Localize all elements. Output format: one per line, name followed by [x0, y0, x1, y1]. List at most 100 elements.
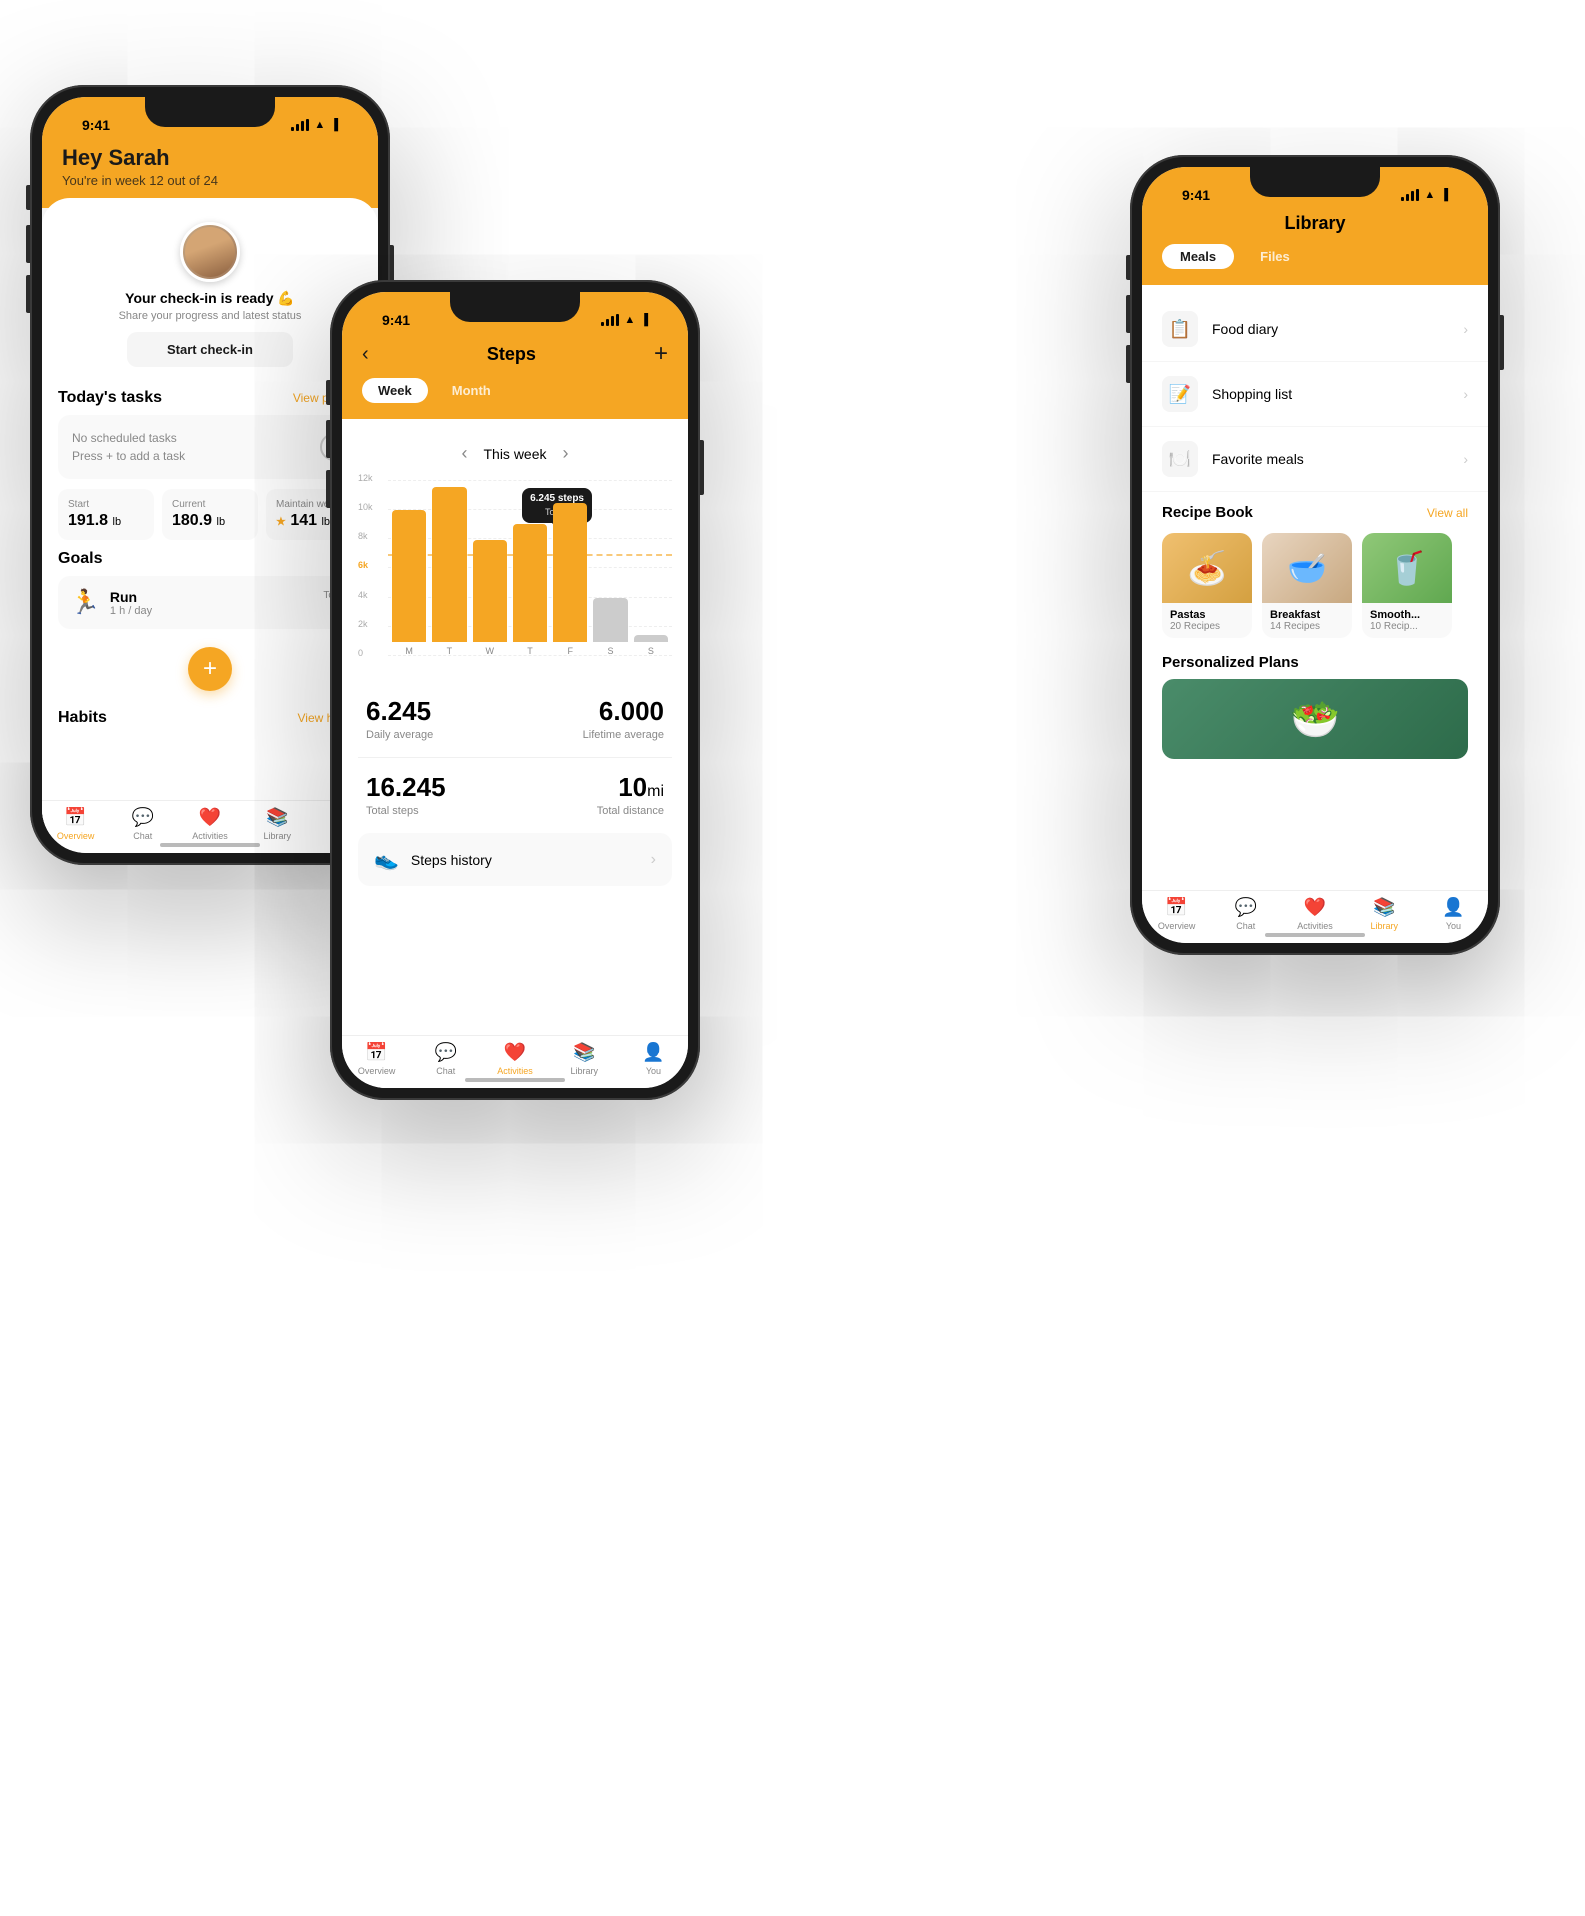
food-diary-icon: 📋	[1162, 311, 1198, 347]
steps-activities-icon: ❤️	[504, 1042, 526, 1063]
steps-overview-icon: 📅	[365, 1042, 387, 1063]
start-checkin-button[interactable]: Start check-in	[127, 332, 293, 367]
phone-library: 9:41 ▲ ▐ Library Meals Files	[1130, 155, 1500, 955]
start-weight-card: Start 191.8 lb	[58, 489, 154, 540]
next-week-button[interactable]: ›	[563, 443, 569, 464]
smoothie-recipe-image: 🥤	[1362, 533, 1452, 603]
goals-header: Goals	[58, 550, 362, 568]
history-chevron-icon: ›	[651, 851, 656, 869]
nav-overview[interactable]: 📅 Overview	[42, 807, 109, 841]
files-tab[interactable]: Files	[1242, 244, 1308, 269]
lib-vol-down-btn[interactable]	[1126, 345, 1130, 383]
chat-nav-icon: 💬	[132, 807, 154, 828]
favorite-meals-icon: 🍽️	[1162, 441, 1198, 477]
phone-steps: 9:41 ▲ ▐ ‹ Steps + Week	[330, 280, 700, 1100]
status-icons: ▲ ▐	[291, 119, 338, 131]
favorite-meals-item[interactable]: 🍽️ Favorite meals ›	[1142, 427, 1488, 492]
goals-section: Goals 🏃 Run 1 h / day Today 0 h +	[58, 550, 362, 701]
lib-silent-btn[interactable]	[1126, 255, 1130, 280]
checkin-subtitle: Share your progress and latest status	[119, 310, 302, 322]
library-nav-chat[interactable]: 💬 Chat	[1211, 897, 1280, 931]
nav-library[interactable]: 📚 Library	[244, 807, 311, 841]
steps-library-icon: 📚	[573, 1042, 595, 1063]
pasta-recipe-image: 🍝	[1162, 533, 1252, 603]
pasta-recipe-card[interactable]: 🍝 Pastas 20 Recipes	[1162, 533, 1252, 638]
notch	[145, 97, 275, 127]
library-nav-activities[interactable]: ❤️ Activities	[1280, 897, 1349, 931]
lib-vol-up-btn[interactable]	[1126, 295, 1130, 333]
chat-nav-label: Chat	[133, 831, 152, 841]
steps-nav-chat[interactable]: 💬 Chat	[411, 1042, 480, 1076]
lib-power-btn[interactable]	[1500, 315, 1504, 370]
recipe-view-all-link[interactable]: View all	[1427, 506, 1468, 520]
library-nav-you[interactable]: 👤 You	[1419, 897, 1488, 931]
vol-down-btn[interactable]	[326, 470, 330, 508]
signal-icon	[291, 119, 309, 131]
back-button[interactable]: ‹	[362, 343, 369, 366]
library-screen: 9:41 ▲ ▐ Library Meals Files	[1142, 167, 1488, 943]
steps-nav-overview[interactable]: 📅 Overview	[342, 1042, 411, 1076]
overview-content: Your check-in is ready 💪 Share your prog…	[42, 198, 378, 834]
shopping-list-label: Shopping list	[1212, 386, 1449, 402]
vol-up-btn[interactable]	[326, 420, 330, 458]
wifi-icon: ▲	[314, 119, 325, 131]
lib-library-icon: 📚	[1373, 897, 1395, 918]
steps-nav: ‹ Steps +	[362, 340, 668, 368]
favorite-meals-label: Favorite meals	[1212, 451, 1449, 467]
steps-nav-library[interactable]: 📚 Library	[550, 1042, 619, 1076]
goal-card: 🏃 Run 1 h / day Today 0 h	[58, 576, 362, 629]
library-nav-library[interactable]: 📚 Library	[1350, 897, 1419, 931]
bar-monday: M	[392, 480, 426, 656]
avatar	[180, 222, 240, 282]
greeting-text: Hey Sarah	[62, 145, 358, 171]
smoothie-recipe-card[interactable]: 🥤 Smooth... 10 Recip...	[1362, 533, 1452, 638]
bar-friday: F	[553, 480, 587, 656]
breakfast-recipe-card[interactable]: 🥣 Breakfast 14 Recipes	[1262, 533, 1352, 638]
weight-row: Start 191.8 lb Current 180.9 lb Maintain…	[58, 489, 362, 540]
steps-notch	[450, 292, 580, 322]
steps-history-row[interactable]: 👟 Steps history ›	[358, 833, 672, 886]
library-time: 9:41	[1182, 187, 1210, 203]
total-distance-stat: 10mi Total distance	[597, 772, 664, 817]
steps-home-indicator	[465, 1078, 565, 1082]
personalized-plans-title: Personalized Plans	[1162, 654, 1468, 671]
personalized-plans-section: Personalized Plans 🥗	[1142, 646, 1488, 771]
library-status-icons: ▲ ▐	[1401, 189, 1448, 201]
meals-tab[interactable]: Meals	[1162, 244, 1234, 269]
time: 9:41	[82, 117, 110, 133]
steps-nav-activities[interactable]: ❤️ Activities	[480, 1042, 549, 1076]
library-wifi-icon: ▲	[1424, 189, 1435, 201]
steps-chat-icon: 💬	[435, 1042, 457, 1063]
steps-add-button[interactable]: +	[654, 340, 668, 368]
month-tab[interactable]: Month	[436, 378, 507, 403]
shopping-list-item[interactable]: 📝 Shopping list ›	[1142, 362, 1488, 427]
daily-avg-stat: 6.245 Daily average	[366, 696, 433, 741]
prev-week-button[interactable]: ‹	[461, 443, 467, 464]
steps-time: 9:41	[382, 312, 410, 328]
bar-sunday: S	[634, 480, 668, 656]
power-btn[interactable]	[700, 440, 704, 495]
distance-value: 10mi	[597, 772, 664, 803]
steps-you-icon: 👤	[642, 1042, 664, 1063]
library-nav-overview[interactable]: 📅 Overview	[1142, 897, 1211, 931]
silent-btn[interactable]	[326, 380, 330, 405]
start-weight-value: 191.8 lb	[68, 512, 144, 530]
add-goal-button[interactable]: +	[188, 647, 232, 691]
volume-up-button[interactable]	[26, 225, 30, 263]
checkin-title: Your check-in is ready 💪	[125, 290, 295, 307]
library-home-indicator	[1265, 933, 1365, 937]
steps-screen: 9:41 ▲ ▐ ‹ Steps + Week	[342, 292, 688, 1088]
silent-button[interactable]	[26, 185, 30, 210]
steps-nav-you[interactable]: 👤 You	[619, 1042, 688, 1076]
food-diary-item[interactable]: 📋 Food diary ›	[1142, 297, 1488, 362]
volume-down-button[interactable]	[26, 275, 30, 313]
nav-activities[interactable]: ❤️ Activities	[176, 807, 243, 841]
personalized-plans-image[interactable]: 🥗	[1162, 679, 1468, 759]
food-diary-label: Food diary	[1212, 321, 1449, 337]
week-label: This week	[483, 446, 546, 462]
library-battery-icon: ▐	[1440, 189, 1448, 201]
food-diary-chevron: ›	[1463, 321, 1468, 337]
week-tab[interactable]: Week	[362, 378, 428, 403]
steps-bar-chart: 12k 10k 8k 6k 4k 2k 0 6.245 steps Today	[358, 480, 672, 680]
nav-chat[interactable]: 💬 Chat	[109, 807, 176, 841]
